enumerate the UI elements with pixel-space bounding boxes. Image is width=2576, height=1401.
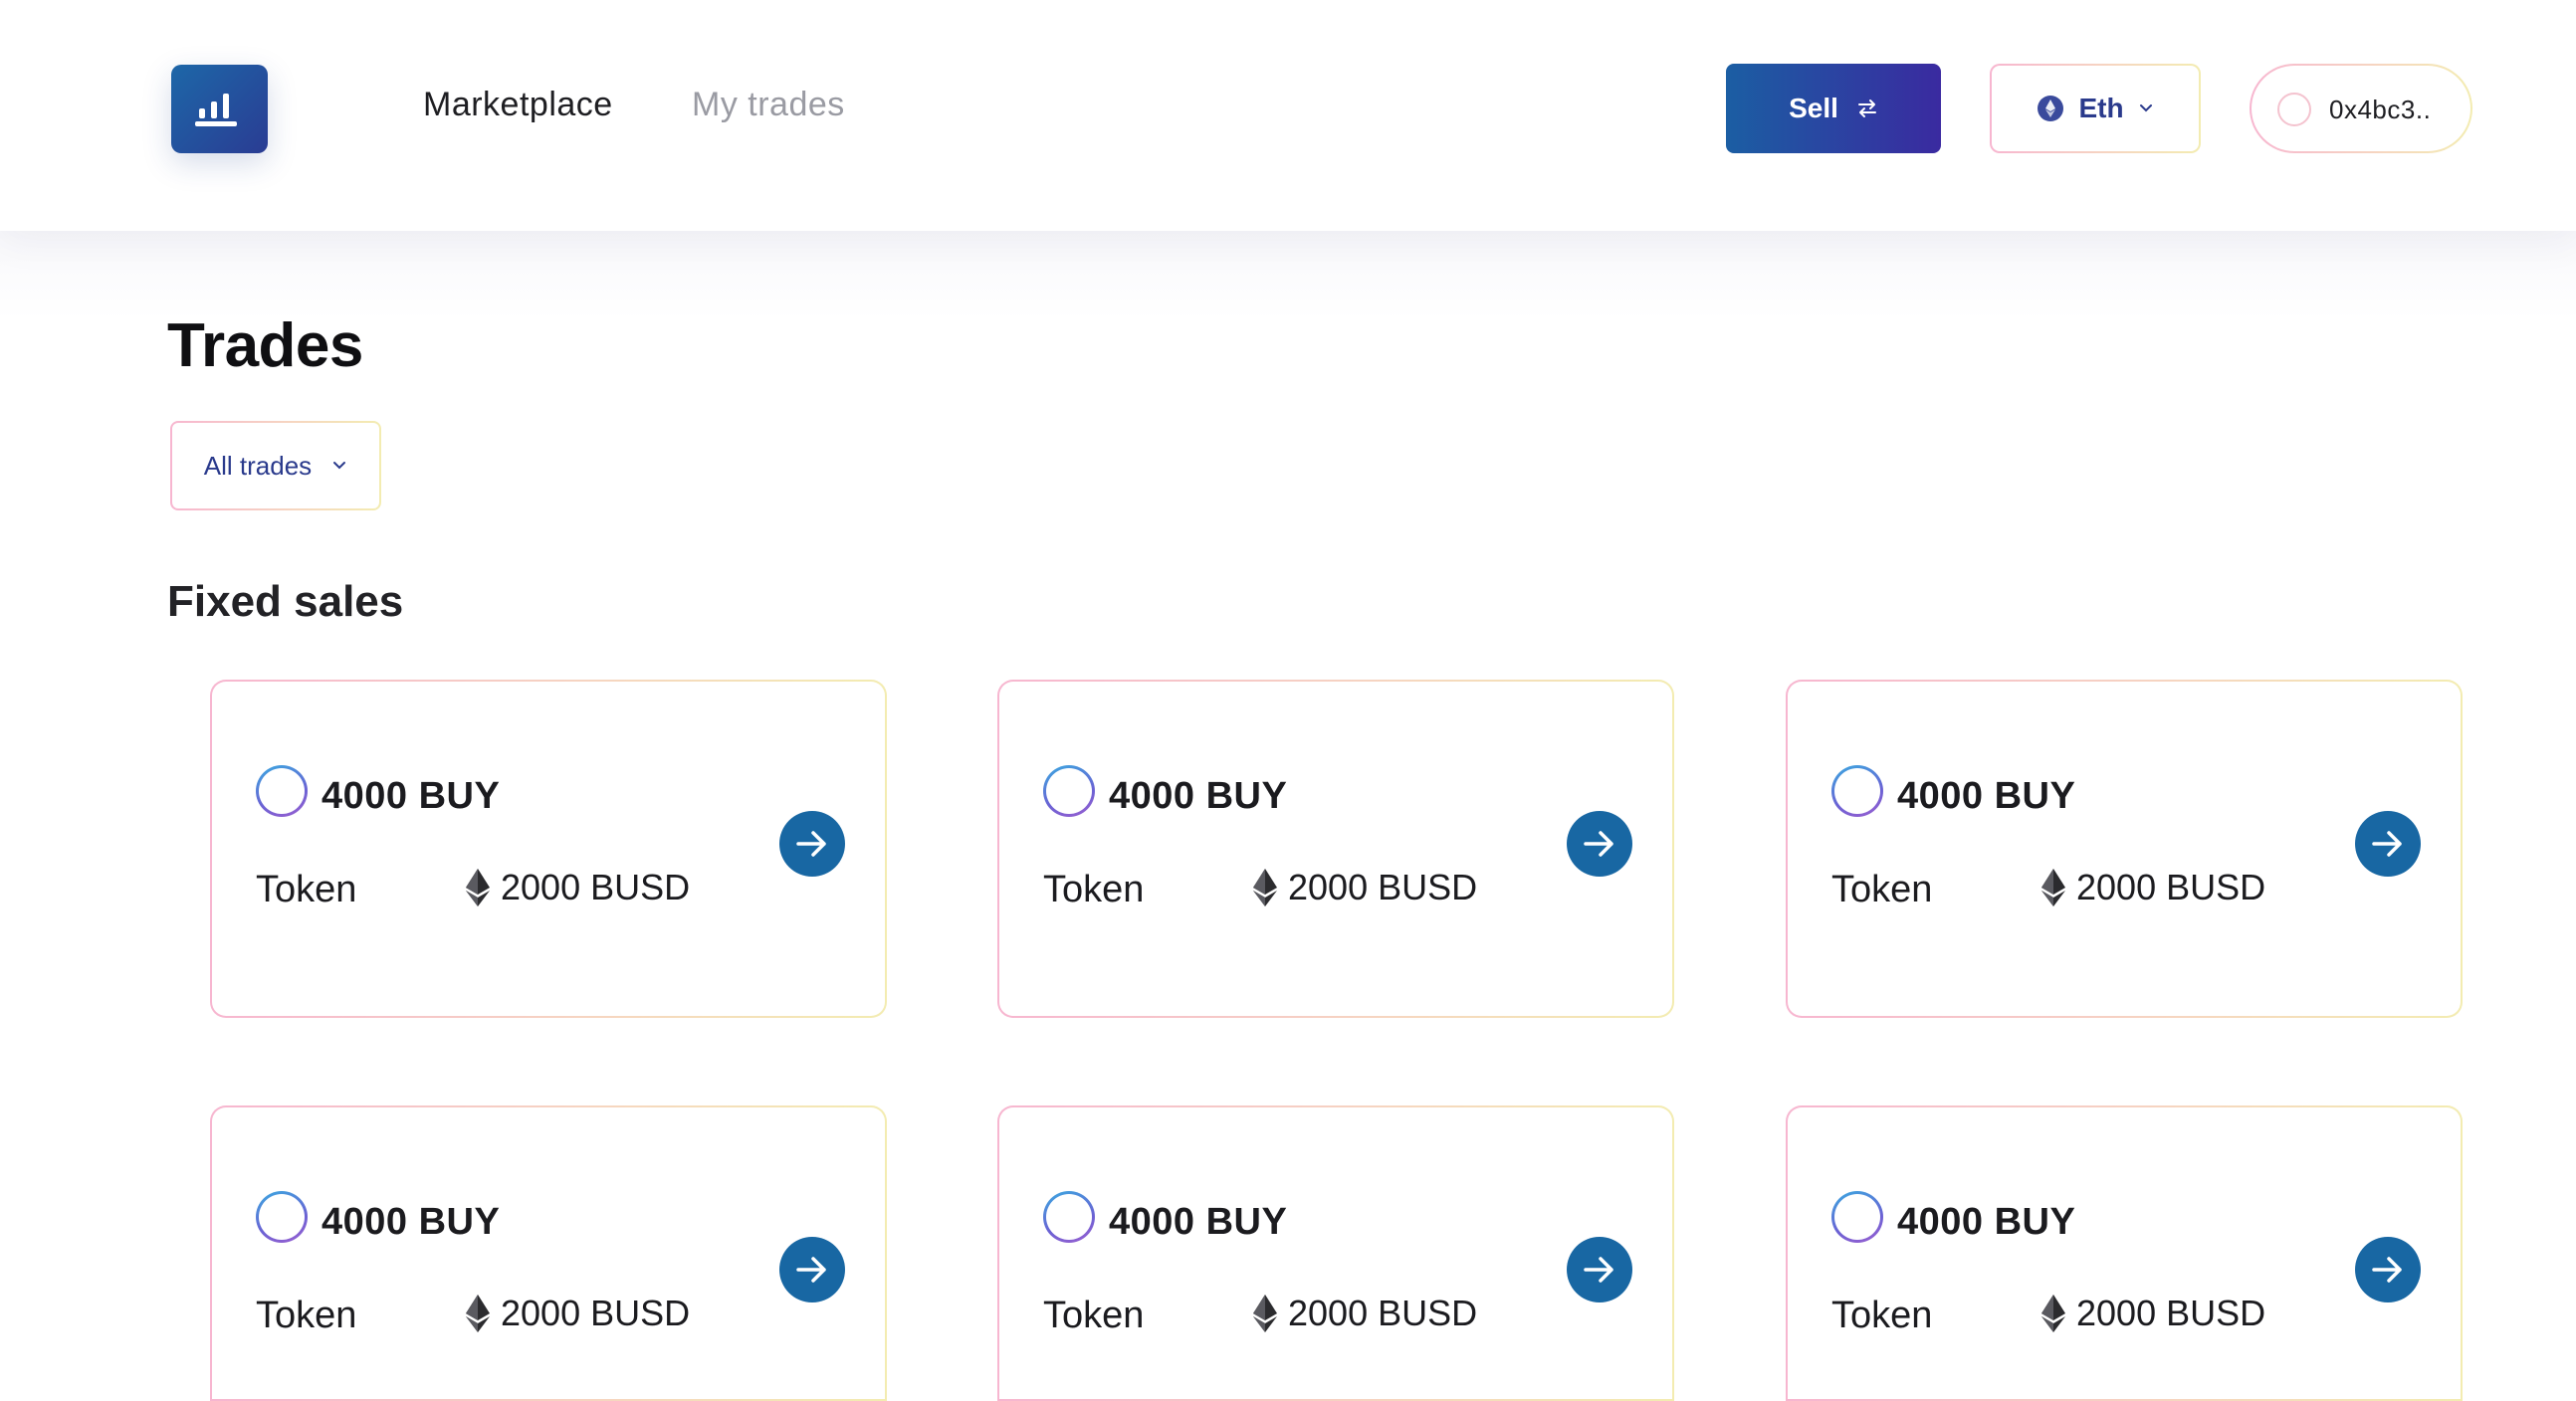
arrow-right-icon [1584,1257,1613,1283]
network-selector[interactable]: Eth [1990,64,2201,153]
card-price-value: 2000 BUSD [1288,1293,1478,1333]
ethereum-icon [466,1295,490,1332]
card-amount: 4000 BUY [1109,775,1288,817]
card-amount: 4000 BUY [1109,1201,1288,1243]
nav-my-trades[interactable]: My trades [692,86,845,124]
card-open-button[interactable] [1567,811,1632,877]
card-token: Token [1831,869,1933,910]
arrow-right-icon [1584,831,1613,857]
sell-button-label: Sell [1789,93,1838,123]
trade-card[interactable]: 4000 BUY Token 2000 BUSD [1786,1105,2463,1401]
ethereum-icon [466,869,490,906]
arrow-right-icon [796,1257,826,1283]
card-price-value: 2000 BUSD [2076,867,2266,907]
ethereum-icon [1253,1295,1277,1332]
trade-card[interactable]: 4000 BUY Token 2000 BUSD [210,680,887,1018]
trade-card[interactable]: 4000 BUY Token 2000 BUSD [997,680,1674,1018]
token-icon [1043,765,1095,817]
card-price: 2000 BUSD [465,867,690,908]
wallet-button[interactable]: 0x4bc3.. [2250,64,2472,153]
card-amount: 4000 BUY [1897,775,2076,817]
card-open-button[interactable] [779,1237,845,1302]
card-token: Token [1043,869,1145,910]
card-price-value: 2000 BUSD [501,867,691,907]
token-icon [256,1191,308,1243]
chevron-down-icon [2139,104,2152,112]
filter-label: All trades [203,450,313,481]
swap-arrows-icon [1857,100,1876,117]
ethereum-icon [1253,869,1277,906]
card-price: 2000 BUSD [2040,867,2265,908]
arrow-right-icon [2372,1257,2402,1283]
section-title: Fixed sales [167,577,404,626]
card-amount: 4000 BUY [322,1201,501,1243]
card-price-value: 2000 BUSD [501,1293,691,1333]
card-price-value: 2000 BUSD [2076,1293,2266,1333]
top-header: Marketplace My trades Sell Eth 0x4bc3.. [0,0,2576,231]
token-icon [1831,765,1883,817]
card-price: 2000 BUSD [1252,867,1477,908]
card-price-value: 2000 BUSD [1288,867,1478,907]
wallet-address: 0x4bc3.. [2329,95,2432,124]
card-open-button[interactable] [779,811,845,877]
token-icon [256,765,308,817]
trade-card[interactable]: 4000 BUY Token 2000 BUSD [210,1105,887,1401]
card-open-button[interactable] [1567,1237,1632,1302]
card-amount: 4000 BUY [1897,1201,2076,1243]
nav-marketplace[interactable]: Marketplace [423,86,613,124]
arrow-right-icon [2372,831,2402,857]
card-open-button[interactable] [2355,1237,2421,1302]
card-amount: 4000 BUY [322,775,501,817]
card-token: Token [256,1295,357,1336]
card-token: Token [256,869,357,910]
ethereum-icon [2041,869,2065,906]
app-logo[interactable] [171,65,268,153]
ethereum-icon [2038,96,2064,121]
trade-filter-dropdown[interactable]: All trades [170,421,381,510]
bar-chart-logo-icon [195,94,237,126]
sell-button[interactable]: Sell [1726,64,1941,153]
card-price: 2000 BUSD [2040,1293,2265,1334]
chevron-down-icon [333,462,346,470]
token-icon [1831,1191,1883,1243]
trade-card[interactable]: 4000 BUY Token 2000 BUSD [1786,680,2463,1018]
token-icon [1043,1191,1095,1243]
card-token: Token [1043,1295,1145,1336]
card-price: 2000 BUSD [1252,1293,1477,1334]
card-open-button[interactable] [2355,811,2421,877]
ethereum-icon [2041,1295,2065,1332]
card-token: Token [1831,1295,1933,1336]
wallet-avatar [2277,93,2311,126]
network-label: Eth [2078,93,2124,123]
page-title: Trades [167,311,363,380]
card-price: 2000 BUSD [465,1293,690,1334]
arrow-right-icon [796,831,826,857]
trade-card[interactable]: 4000 BUY Token 2000 BUSD [997,1105,1674,1401]
